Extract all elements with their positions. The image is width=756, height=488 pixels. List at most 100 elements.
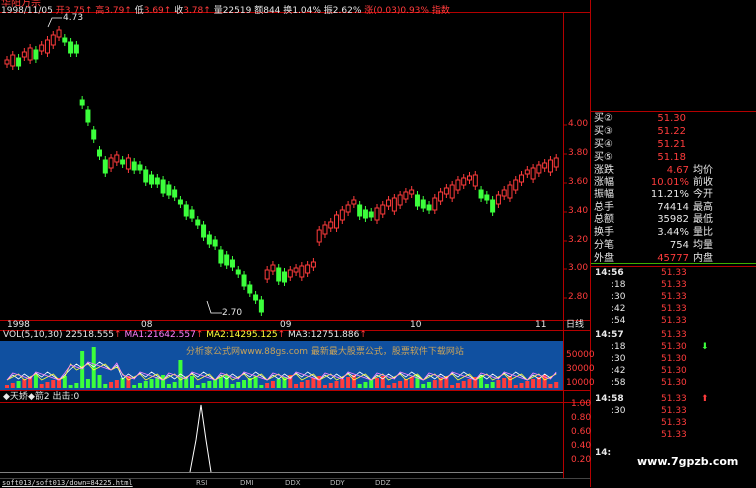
stat-row: 换手 3.44% 量比 — [594, 227, 713, 238]
diamond-icon: ◆ — [27, 392, 35, 402]
turn-value: 1.04% — [292, 6, 321, 16]
indicator-label-2: 箭2 — [34, 392, 50, 402]
vol-bar — [45, 382, 50, 388]
order-row[interactable]: 买④ 51.21 — [591, 138, 756, 151]
vol-header-value: 22518.555 — [65, 330, 115, 340]
vol-bar — [39, 384, 44, 388]
tab-ddy[interactable]: DDY — [330, 479, 345, 487]
vol-bar — [74, 383, 79, 388]
vol-label: 量 — [213, 6, 223, 16]
vol-bar — [299, 382, 304, 388]
vol-bar — [346, 377, 351, 388]
high-marker-line — [47, 17, 62, 28]
price-axis-label: 3.20 — [568, 235, 589, 245]
tab-ddx[interactable]: DDX — [285, 479, 301, 487]
diamond-icon: ◆ — [3, 392, 10, 402]
candle-body — [282, 271, 287, 283]
close-value: 3.78 — [183, 6, 204, 16]
candle-body — [102, 159, 108, 174]
tick-time: :18 — [611, 280, 626, 290]
candle-body — [403, 191, 409, 200]
candle-body — [189, 209, 195, 219]
candle-body — [172, 189, 178, 198]
order-row[interactable]: 买② 51.30 — [591, 112, 756, 125]
status-path[interactable]: soft013/soft013/down=84225.html — [2, 479, 133, 487]
vol-bar — [201, 383, 206, 388]
vol-bar — [85, 379, 90, 388]
vol-bar — [502, 378, 507, 388]
candle-body — [264, 269, 270, 280]
vol-bar — [484, 384, 489, 388]
amp-value: 2.62% — [332, 6, 362, 16]
order-row[interactable]: 买⑤ 51.18 — [591, 151, 756, 164]
vol-bar — [398, 381, 403, 388]
tick-price: 51.33 — [661, 280, 687, 290]
candle-body — [461, 177, 467, 186]
candle-body — [524, 169, 530, 175]
chg-label: 涨 — [364, 6, 374, 16]
tick-time: :42 — [611, 304, 626, 314]
candle-body — [224, 254, 230, 266]
up-arrow-icon: ⬆ — [701, 394, 709, 404]
vol-bar — [190, 376, 194, 388]
candle-body — [258, 299, 264, 313]
candle-body — [50, 34, 56, 46]
candle-body — [235, 269, 241, 275]
vol-bar — [507, 376, 512, 388]
candle-body — [391, 197, 397, 212]
vol-bar — [132, 385, 137, 388]
vol-value: 22519 — [222, 6, 252, 16]
vol-bar — [242, 380, 247, 388]
tick-price: 51.33 — [661, 316, 687, 326]
candle-body — [305, 264, 311, 274]
order-row[interactable]: 买③ 51.22 — [591, 125, 756, 138]
candle-body — [97, 149, 102, 157]
tab-ddz[interactable]: DDZ — [375, 479, 391, 487]
indicator-label-1: 天娇 — [9, 392, 28, 402]
candle-body — [160, 179, 166, 194]
tick-time: 14:57 — [595, 330, 624, 340]
vol-bar — [334, 381, 339, 388]
vol-bar — [357, 384, 362, 388]
indicator-header: ◆天娇◆箭2 出击:0 — [3, 392, 79, 403]
indicator-label-3: 出击:0 — [52, 392, 80, 402]
vol-bar — [340, 379, 345, 388]
chg-value: (0.03) — [373, 6, 401, 16]
chart-mode-label[interactable]: 日线 — [566, 320, 584, 331]
candle-body — [293, 267, 299, 273]
candle-body — [542, 162, 548, 169]
candle-body — [501, 189, 507, 197]
down-arrow-icon: ⬇ — [701, 342, 709, 352]
ind-axis-label: 0.20 — [571, 455, 592, 465]
vol-bar — [259, 385, 264, 388]
price-axis-label: 3.00 — [568, 263, 589, 273]
candle-body — [4, 59, 10, 65]
candle-body — [56, 29, 62, 38]
vol-bar — [455, 383, 460, 388]
tab-dmi[interactable]: DMI — [240, 479, 254, 487]
vol-bar — [161, 375, 166, 388]
tick-price: 51.33 — [661, 394, 687, 404]
price-axis-label: 3.40 — [568, 206, 589, 216]
vol-bar — [392, 383, 397, 388]
candle-body — [206, 234, 212, 245]
vol-bar — [311, 378, 316, 388]
tick-time: :30 — [611, 292, 626, 302]
candle-body — [443, 187, 449, 195]
vol-bar — [10, 383, 15, 388]
vol-bar — [230, 384, 235, 388]
tick-time: :18 — [611, 342, 626, 352]
candle-body — [380, 204, 386, 215]
candle-body — [455, 179, 461, 191]
price-axis-label: 3.60 — [568, 177, 589, 187]
vol-bar — [166, 384, 171, 388]
candle-body — [21, 51, 27, 58]
candle-body — [62, 37, 68, 43]
candle-body — [218, 249, 224, 264]
tick-price: 51.30 — [661, 354, 687, 364]
tick-price: 51.33 — [661, 292, 687, 302]
low-marker-line — [206, 300, 222, 314]
tab-rsi[interactable]: RSI — [196, 479, 207, 487]
vol-bar — [33, 375, 38, 388]
candle-body — [114, 154, 120, 163]
